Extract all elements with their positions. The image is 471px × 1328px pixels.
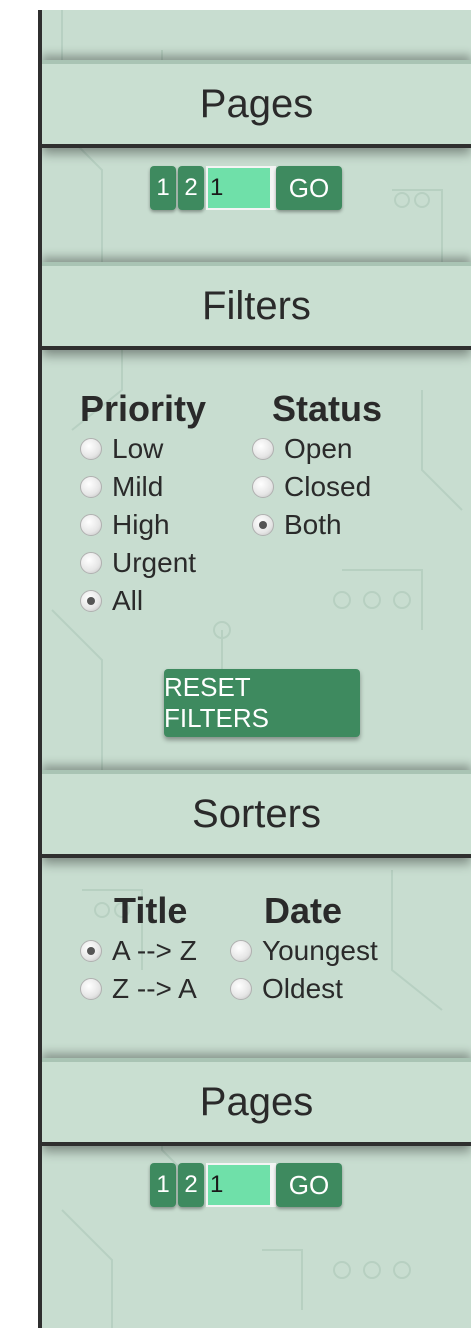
- priority-all-label: All: [112, 585, 144, 616]
- radio-z-to-a[interactable]: [80, 978, 102, 1000]
- radio-youngest[interactable]: [230, 940, 252, 962]
- status-closed-label: Closed: [284, 471, 372, 502]
- page-1-button-top[interactable]: 1: [150, 166, 176, 210]
- oldest-label: Oldest: [262, 973, 343, 1004]
- page-number-input-top[interactable]: [206, 166, 276, 210]
- date-sort-youngest[interactable]: Youngest: [230, 932, 378, 970]
- pages-title-top: Pages: [199, 81, 314, 126]
- sorters-title: Sorters: [192, 791, 321, 836]
- pages-header-top: Pages: [42, 60, 471, 148]
- priority-label: Priority: [80, 388, 207, 429]
- sidebar-panel: Pages 1 2 GO Filters Priority Low Mild H…: [42, 10, 471, 1328]
- go-button-bottom[interactable]: GO: [276, 1163, 342, 1207]
- status-option-open[interactable]: Open: [252, 430, 382, 468]
- page-2-button-bottom[interactable]: 2: [178, 1163, 204, 1207]
- radio-urgent[interactable]: [80, 552, 102, 574]
- title-sort-a-z[interactable]: A --> Z: [80, 932, 197, 970]
- status-open-label: Open: [284, 433, 353, 464]
- title-sort-z-a[interactable]: Z --> A: [80, 970, 197, 1008]
- page-number-input-bottom[interactable]: [206, 1163, 276, 1207]
- date-sorter-group: Date Youngest Oldest: [230, 890, 378, 1008]
- radio-a-to-z[interactable]: [80, 940, 102, 962]
- pager-bottom: 1 2 GO: [150, 1162, 342, 1208]
- status-option-both[interactable]: Both: [252, 506, 382, 544]
- pages-header-bottom: Pages: [42, 1058, 471, 1146]
- title-sort-label: Title: [114, 890, 188, 931]
- priority-option-mild[interactable]: Mild: [80, 468, 206, 506]
- a-to-z-label: A --> Z: [112, 935, 197, 966]
- priority-low-label: Low: [112, 433, 164, 464]
- radio-open[interactable]: [252, 438, 274, 460]
- youngest-label: Youngest: [262, 935, 378, 966]
- priority-filter-group: Priority Low Mild High Urgent All: [80, 388, 206, 620]
- priority-urgent-label: Urgent: [112, 547, 197, 578]
- priority-mild-label: Mild: [112, 471, 164, 502]
- radio-low[interactable]: [80, 438, 102, 460]
- radio-all[interactable]: [80, 590, 102, 612]
- priority-option-high[interactable]: High: [80, 506, 206, 544]
- priority-option-urgent[interactable]: Urgent: [80, 544, 206, 582]
- status-both-label: Both: [284, 509, 342, 540]
- filters-title: Filters: [202, 283, 311, 328]
- priority-option-low[interactable]: Low: [80, 430, 206, 468]
- priority-high-label: High: [112, 509, 170, 540]
- radio-oldest[interactable]: [230, 978, 252, 1000]
- radio-high[interactable]: [80, 514, 102, 536]
- radio-closed[interactable]: [252, 476, 274, 498]
- priority-option-all[interactable]: All: [80, 582, 206, 620]
- sorters-header: Sorters: [42, 770, 471, 858]
- title-sorter-group: Title A --> Z Z --> A: [80, 890, 197, 1008]
- date-sort-oldest[interactable]: Oldest: [230, 970, 378, 1008]
- go-button-top[interactable]: GO: [276, 166, 342, 210]
- date-sort-label: Date: [264, 890, 343, 931]
- reset-filters-button[interactable]: RESET FILTERS: [164, 669, 360, 737]
- page-2-button-top[interactable]: 2: [178, 166, 204, 210]
- status-label: Status: [272, 388, 383, 429]
- status-filter-group: Status Open Closed Both: [252, 388, 382, 544]
- radio-mild[interactable]: [80, 476, 102, 498]
- filters-header: Filters: [42, 262, 471, 350]
- radio-both[interactable]: [252, 514, 274, 536]
- pager-top: 1 2 GO: [150, 165, 342, 211]
- pages-title-bottom: Pages: [199, 1079, 314, 1124]
- status-option-closed[interactable]: Closed: [252, 468, 382, 506]
- z-to-a-label: Z --> A: [112, 973, 197, 1004]
- page-1-button-bottom[interactable]: 1: [150, 1163, 176, 1207]
